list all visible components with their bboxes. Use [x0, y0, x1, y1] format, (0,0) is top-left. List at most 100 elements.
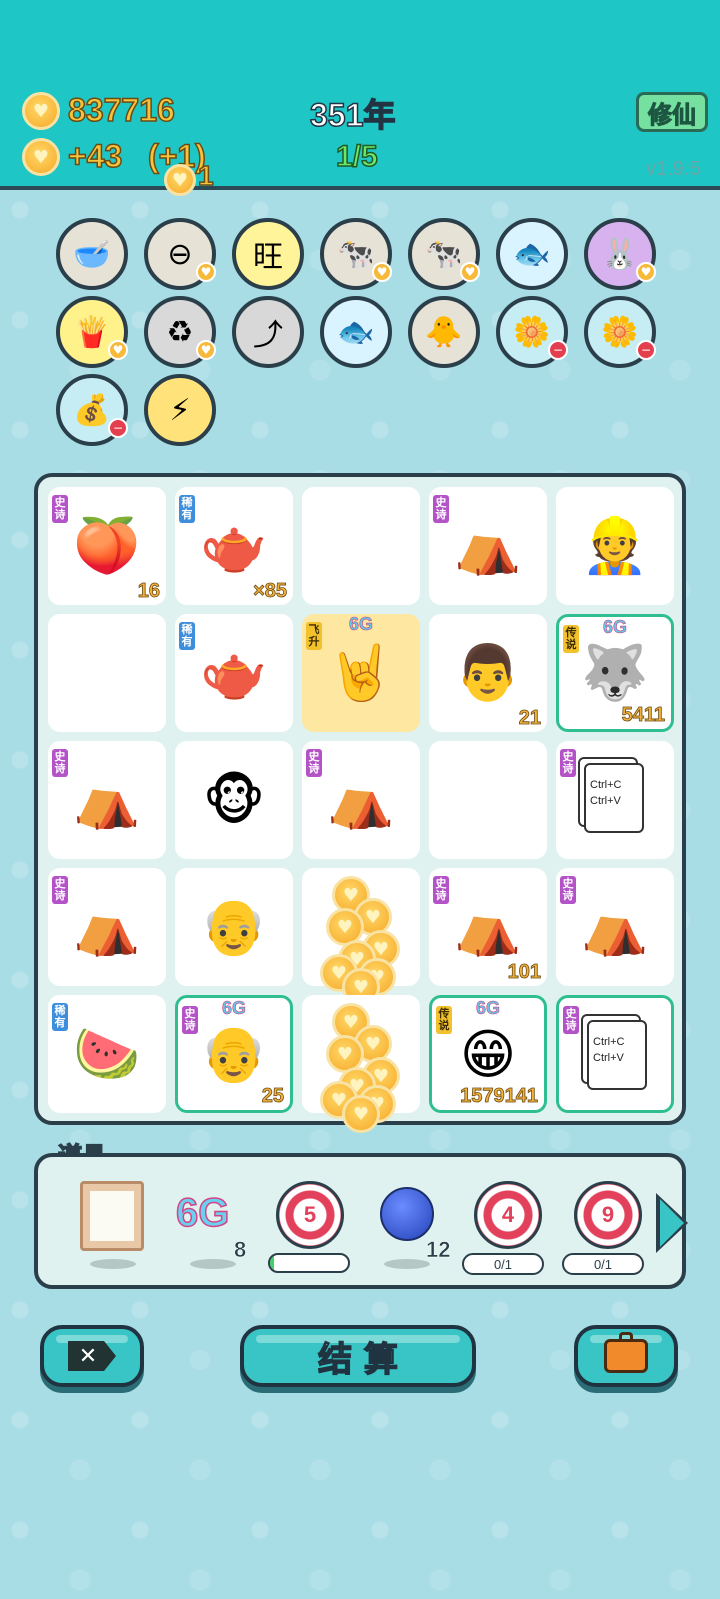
close-button[interactable]: ✕ [40, 1325, 144, 1387]
6g-icon: 6G [175, 1190, 230, 1236]
minus-badge-icon: − [548, 340, 568, 360]
coin-pile-icon [302, 868, 420, 1006]
french-fries-icon: 🍟 [73, 314, 111, 350]
heart-badge-icon: ♥ [196, 262, 216, 282]
bunny-tent-icon: ⛺ [327, 768, 395, 831]
version-label: v1.9.5 [646, 158, 701, 180]
paste-text: Ctrl+V [593, 1052, 624, 1064]
board-cell-bunny-tent[interactable]: ⛺ 史诗 [556, 868, 674, 986]
prop-progress-pill: 0/1 [562, 1253, 644, 1275]
frame-icon [80, 1181, 144, 1251]
6g-badge: 6G [475, 998, 501, 1019]
board-cell-copy-paste[interactable]: Ctrl+CCtrl+V⧉史诗 [556, 741, 674, 859]
board-cell-teapot[interactable]: 🫖 稀有 ×85 [175, 487, 293, 605]
board-cell-empty[interactable] [302, 487, 420, 605]
chick-egg-icon: 🐥 [425, 314, 463, 350]
settle-button[interactable]: 结 算 [240, 1325, 476, 1387]
briefcase-icon [604, 1332, 648, 1373]
relic-arrow-up-card-icon[interactable]: ⤴ [232, 296, 304, 368]
husky-king-icon: 🐺 [581, 641, 649, 704]
man-face-icon: 👨 [454, 641, 522, 704]
target-icon: 5 [276, 1181, 344, 1249]
board-cell-copy-paste[interactable]: Ctrl+CCtrl+V⧉史诗 [556, 995, 674, 1113]
relic-bunny-icon[interactable]: 🐰 ♥ [584, 218, 656, 290]
relic-chick-egg-icon[interactable]: 🐥 [408, 296, 480, 368]
bag-button[interactable] [574, 1325, 678, 1387]
peach-icon: 🍑 [73, 514, 141, 577]
board-cell-bunny-tent[interactable]: ⛺ 史诗 [429, 487, 547, 605]
rarity-tag: 传说 [563, 625, 579, 653]
lightning-icon: ⚡ [169, 392, 191, 428]
relic-lightning-icon[interactable]: ⚡ [144, 374, 216, 446]
board-cell-teapot[interactable]: 🫖 稀有 [175, 614, 293, 732]
board-cell-coin-pile[interactable] [302, 868, 420, 1006]
bunny-tent-icon: ⛺ [73, 895, 141, 958]
relic-potted-flower-icon[interactable]: 🌼 − [496, 296, 568, 368]
6g-badge: 6G [221, 998, 247, 1019]
relic-no-entry-icon[interactable]: ⊖ ♥ [144, 218, 216, 290]
rarity-tag: 稀有 [179, 495, 195, 523]
board-cell-monkey-glasses[interactable]: 🐵 [175, 741, 293, 859]
board-cell-man-face[interactable]: 👨 21 [429, 614, 547, 732]
cell-value: ×85 [253, 580, 288, 603]
king-old-man-icon: 👴 [200, 1022, 268, 1085]
board-cell-empty[interactable] [429, 741, 547, 859]
coin-total: 837716 [67, 91, 175, 129]
relic-cow-pair-icon[interactable]: 🐄 ♥ [408, 218, 480, 290]
board-cell-coin-pile[interactable] [302, 995, 420, 1133]
relic-cow-pair-icon[interactable]: 🐄 ♥ [320, 218, 392, 290]
next-arrow-icon[interactable] [656, 1193, 688, 1253]
arrow-up-card-icon: ⤴ [253, 318, 283, 353]
props-panel: 6G 8 5 12 4 0/1 9 0/1 [34, 1153, 688, 1289]
board-cell-bunny-tent[interactable]: ⛺ 史诗 [48, 741, 166, 859]
6g-badge: 6G [348, 614, 374, 635]
relic-recycle-arrows-icon[interactable]: ♻ ♥ [144, 296, 216, 368]
blueberry-prop[interactable]: 12 [376, 1181, 456, 1271]
rarity-tag: 稀有 [52, 1003, 68, 1031]
teapot-icon: 🫖 [200, 641, 268, 704]
cell-value: 21 [518, 707, 541, 730]
cell-value: 25 [261, 1085, 284, 1108]
board-cell-peach[interactable]: 🍑 史诗 16 [48, 487, 166, 605]
cell-value: 101 [507, 961, 541, 984]
cell-value: 5411 [621, 704, 665, 727]
heart-badge-icon: ♥ [196, 340, 216, 360]
paste-text: Ctrl+V [590, 795, 621, 807]
board-cell-husky-king[interactable]: 🐺 传说 6G 5411 [556, 614, 674, 732]
bunny-tent-icon: ⛺ [73, 768, 141, 831]
frame-prop[interactable] [76, 1181, 156, 1271]
rarity-tag: 史诗 [433, 876, 449, 904]
relic-fish-bowl-icon[interactable]: 🐟 [496, 218, 568, 290]
minus-badge-icon: − [108, 418, 128, 438]
target-prop[interactable]: 5 [268, 1181, 354, 1273]
board-cell-king-smiling-man[interactable]: 😁 传说 6G 1579141 [429, 995, 547, 1113]
target-prop[interactable]: 4 0/1 [462, 1181, 552, 1275]
copy-text: Ctrl+C [593, 1036, 625, 1048]
heart-badge-icon: ♥ [108, 340, 128, 360]
board-cell-watermelon[interactable]: 🍉 稀有 [48, 995, 166, 1113]
slot-board: 🍑 史诗 16 🫖 稀有 ×85 ⛺ 史诗 👷 🫖 稀有 🤘 飞升 6G 👨 21 🐺 传说 6G 5411 ⛺ 史诗 🐵 ⛺… [34, 473, 686, 1133]
progress-bar [268, 1253, 350, 1273]
relic-potted-flower-icon[interactable]: 🌼 − [584, 296, 656, 368]
king-smiling-man-icon: 😁 [459, 1022, 517, 1086]
relic-dog-food-bowl-icon[interactable]: 🥣 [56, 218, 128, 290]
relic-fish-bowl-icon[interactable]: 🐟 [320, 296, 392, 368]
board-cell-rock-hand[interactable]: 🤘 飞升 6G [302, 614, 420, 732]
relic-wang-characters-icon[interactable]: 旺 [232, 218, 304, 290]
target-prop[interactable]: 9 0/1 [562, 1181, 652, 1275]
board-cell-bunny-tent[interactable]: ⛺ 史诗 [302, 741, 420, 859]
board-cell-empty[interactable] [48, 614, 166, 732]
top-header: 837716 +43 (+1) 1 351年 1/5 修仙 v1.9.5 [0, 0, 720, 196]
board-cell-king-old-man[interactable]: 👴 史诗 6G 25 [175, 995, 293, 1113]
board-cell-bunny-tent[interactable]: ⛺ 史诗 101 [429, 868, 547, 986]
heart-badge-icon: ♥ [372, 262, 392, 282]
board-cell-bunny-tent[interactable]: ⛺ 史诗 [48, 868, 166, 986]
board-cell-old-man-glasses[interactable]: 👴 [175, 868, 293, 986]
6g-badge: 6G [602, 617, 628, 638]
relic-money-bag-icon[interactable]: 💰 − [56, 374, 128, 446]
bunny-tent-icon: ⛺ [454, 895, 522, 958]
relic-french-fries-icon[interactable]: 🍟 ♥ [56, 296, 128, 368]
xiuxian-button[interactable]: 修仙 [636, 92, 708, 132]
board-cell-delivery-man[interactable]: 👷 [556, 487, 674, 605]
6g-prop[interactable]: 6G 8 [175, 1181, 256, 1271]
